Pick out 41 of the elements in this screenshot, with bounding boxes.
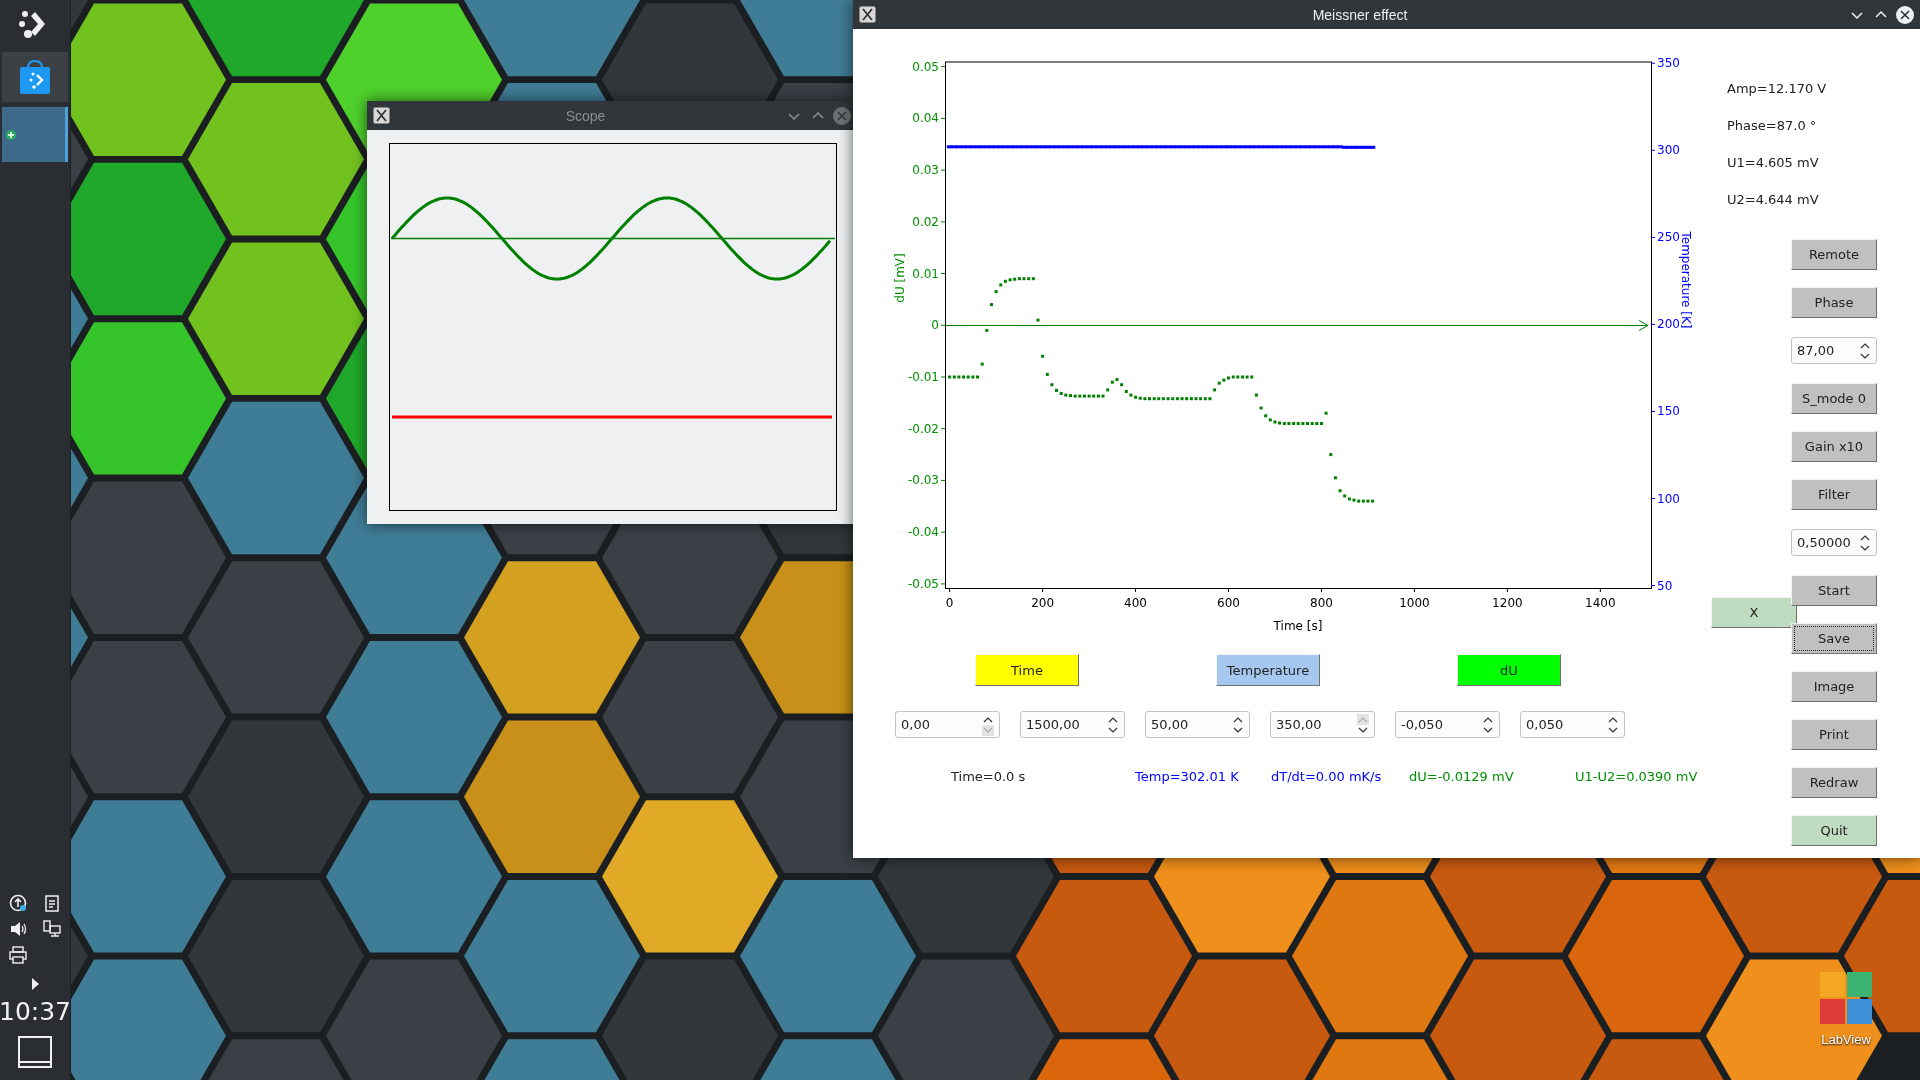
- tick-label: 1000: [1399, 596, 1430, 610]
- tick-label: 0.05: [912, 59, 939, 74]
- tick-label: -0.02: [907, 421, 939, 436]
- tick-label: 150: [1657, 404, 1680, 419]
- tick-label: -0.05: [907, 576, 939, 591]
- tick-label: 1400: [1585, 596, 1616, 610]
- tick-label: 400: [1124, 596, 1147, 610]
- measurement-reading: U2=4.644 mV: [1727, 192, 1820, 207]
- tick-label: 300: [1657, 143, 1680, 158]
- measurement-reading: Amp=12.170 V: [1727, 81, 1828, 96]
- tick-label: 50: [1657, 578, 1673, 593]
- window-title: Meissner effect: [1311, 6, 1409, 23]
- measurement-reading: Phase=87.0 °: [1727, 118, 1818, 133]
- tick-label: 0.01: [912, 266, 939, 281]
- status-reading: Time=0.0 s: [951, 769, 1027, 784]
- tick-label: 1200: [1492, 596, 1523, 610]
- measurement-reading: U1=4.605 mV: [1727, 155, 1820, 170]
- status-reading: dT/dt=0.00 mK/s: [1271, 769, 1383, 784]
- tick-label: 200: [1031, 596, 1055, 610]
- tick-label: 0.02: [912, 214, 939, 229]
- axis-title: dU [mV]: [893, 253, 907, 303]
- tick-label: 350: [1657, 56, 1680, 71]
- tick-label: 200: [1657, 317, 1680, 332]
- tick-label: 0.04: [912, 111, 939, 126]
- tick-label: 600: [1217, 596, 1240, 610]
- tick-label: -0.03: [907, 473, 939, 488]
- tick-label: 800: [1310, 596, 1333, 610]
- tick-label: 0.03: [912, 163, 939, 178]
- tick-label: 0: [931, 318, 939, 333]
- tick-label: 100: [1657, 491, 1680, 506]
- axis-title: Temperature [K]: [1679, 231, 1693, 329]
- axis-title: Time [s]: [1273, 619, 1323, 633]
- clock-text: 10:37: [0, 997, 72, 1026]
- tick-label: -0.04: [907, 525, 939, 540]
- status-reading: U1-U2=0.0390 mV: [1575, 769, 1698, 784]
- status-reading: dU=-0.0129 mV: [1409, 769, 1515, 784]
- tick-label: 250: [1657, 230, 1680, 245]
- tick-label: -0.01: [907, 370, 939, 384]
- window-title: Scope: [564, 107, 607, 124]
- status-reading: Temp=302.01 K: [1135, 769, 1240, 784]
- tick-label: 0: [945, 596, 954, 610]
